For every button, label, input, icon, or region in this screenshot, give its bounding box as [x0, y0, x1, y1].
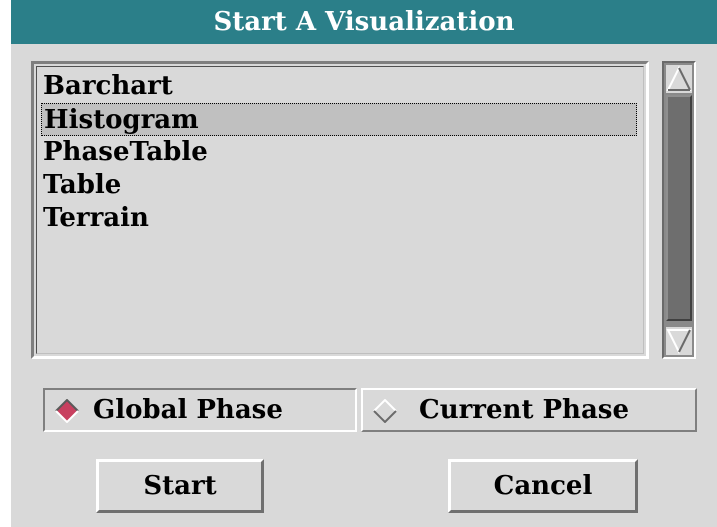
radio-selected-icon [55, 398, 79, 424]
window-edge [0, 0, 11, 527]
cancel-button[interactable]: Cancel [448, 459, 638, 513]
list-item-terrain[interactable]: Terrain [41, 202, 637, 235]
scroll-down-arrow-icon[interactable] [666, 327, 692, 355]
global-phase-label: Global Phase [93, 395, 283, 425]
list-scrollbar[interactable] [662, 61, 696, 359]
visualization-list[interactable]: Barchart Histogram PhaseTable Table Terr… [31, 61, 649, 359]
current-phase-label: Current Phase [419, 395, 629, 425]
list-item-barchart[interactable]: Barchart [41, 70, 637, 103]
radio-unselected-icon [373, 398, 397, 424]
global-phase-radio[interactable]: Global Phase [43, 388, 357, 432]
list-item-table[interactable]: Table [41, 169, 637, 202]
current-phase-radio[interactable]: Current Phase [361, 388, 697, 432]
visualization-list-inner: Barchart Histogram PhaseTable Table Terr… [36, 66, 644, 354]
scroll-thumb[interactable] [666, 95, 692, 321]
list-item-histogram[interactable]: Histogram [41, 103, 637, 136]
window-title: Start A Visualization [11, 0, 717, 44]
dialog-body: Barchart Histogram PhaseTable Table Terr… [11, 44, 717, 527]
start-button[interactable]: Start [96, 459, 264, 513]
scroll-up-arrow-icon[interactable] [666, 65, 692, 93]
list-item-phasetable[interactable]: PhaseTable [41, 136, 637, 169]
